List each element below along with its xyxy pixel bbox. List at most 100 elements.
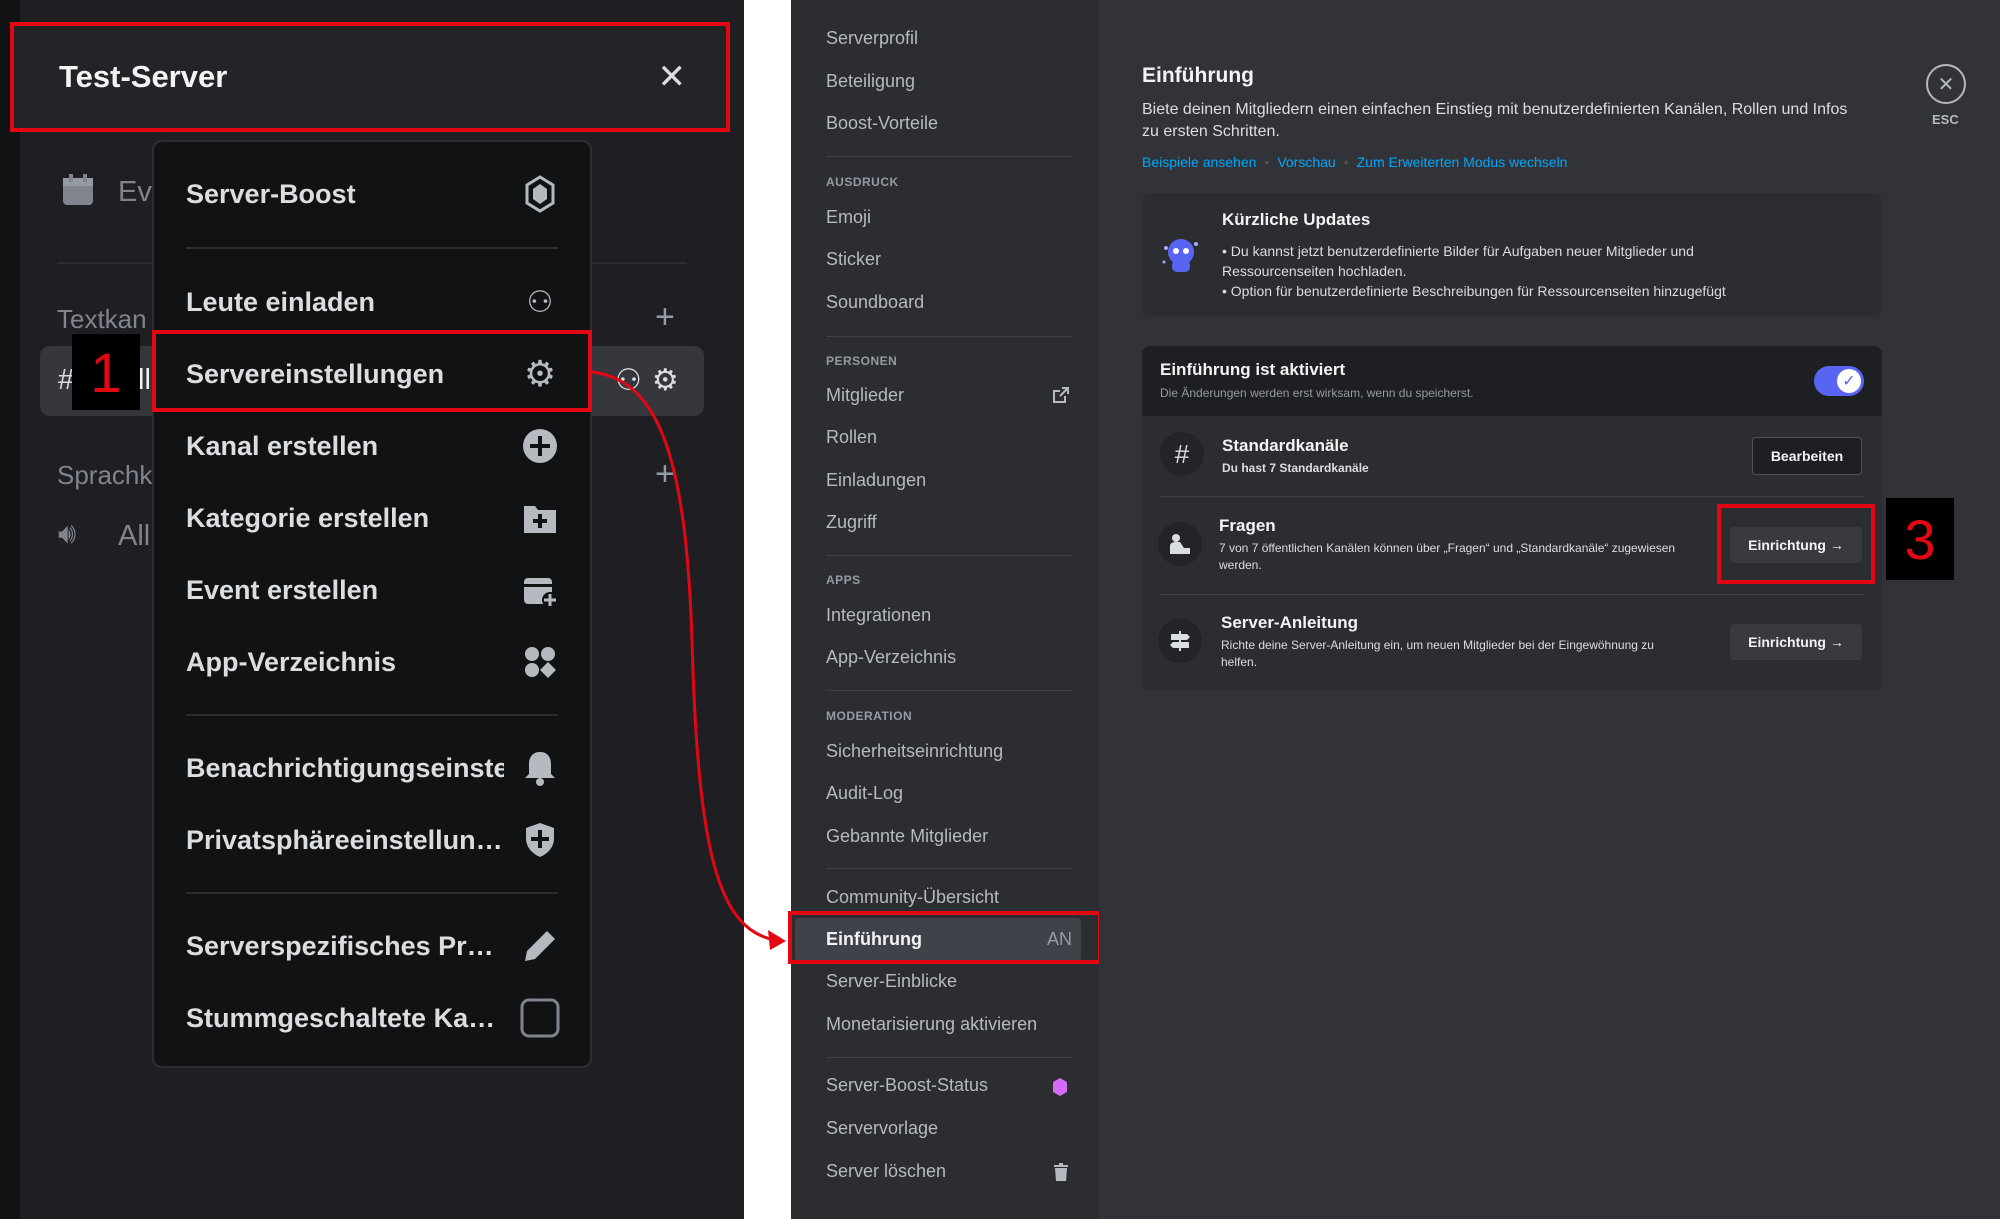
- plus-circle-icon: [520, 426, 560, 466]
- onboarding-toggle[interactable]: ✓: [1814, 366, 1864, 396]
- sidebar-item-app-verzeichnis[interactable]: App-Verzeichnis: [826, 647, 956, 668]
- section-ausdruck: AUSDRUCK: [826, 175, 899, 189]
- step-3-number: 3: [1904, 507, 1936, 571]
- updates-line-1: • Du kannst jetzt benutzerdefinierte Bil…: [1222, 243, 1694, 279]
- menu-create-channel[interactable]: Kanal erstellen: [154, 416, 590, 476]
- speaker-icon: 🔊︎: [58, 518, 77, 550]
- add-voice-channel-icon[interactable]: +: [655, 455, 675, 494]
- section-apps: APPS: [826, 573, 861, 587]
- highlight-einfuehrung: [788, 911, 1102, 964]
- menu-item-label: Kategorie erstellen: [186, 502, 430, 533]
- sidebar-divider: [826, 555, 1072, 556]
- edit-default-channels-button[interactable]: Bearbeiten: [1752, 437, 1862, 475]
- bell-icon: [520, 748, 560, 788]
- link-separator: •: [1264, 154, 1270, 170]
- step-1-badge: 1: [72, 334, 140, 410]
- sidebar-divider: [826, 868, 1072, 869]
- sidebar-item-sicherheitseinrichtung[interactable]: Sicherheitseinrichtung: [826, 741, 1003, 762]
- sidebar-divider: [826, 1057, 1072, 1058]
- onboarding-enabled-subtitle: Die Änderungen werden erst wirksam, wenn…: [1160, 386, 1474, 400]
- close-settings-button[interactable]: ✕: [1926, 64, 1966, 104]
- step-1-number: 1: [90, 340, 122, 404]
- sidebar-item-servervorlage[interactable]: Servervorlage: [826, 1118, 938, 1139]
- onboarding-enabled-title: Einführung ist aktiviert: [1160, 360, 1346, 379]
- calendar-plus-icon: [520, 570, 560, 610]
- events-label[interactable]: Ev: [118, 176, 152, 209]
- menu-server-profile[interactable]: Serverspezifisches Profi...: [154, 916, 590, 976]
- sidebar-item-zugriff[interactable]: Zugriff: [826, 512, 877, 533]
- menu-item-label: Serverspezifisches Profi...: [186, 930, 506, 961]
- section-personen: PERSONEN: [826, 354, 898, 368]
- menu-invite-people[interactable]: Leute einladen ⚇: [154, 272, 590, 332]
- boost-gem-icon: [520, 174, 560, 214]
- sidebar-item-emoji[interactable]: Emoji: [826, 207, 871, 228]
- sidebar-item-community-uebersicht[interactable]: Community-Übersicht: [826, 887, 999, 908]
- trash-icon: [1054, 1163, 1068, 1181]
- menu-item-label: Privatsphäreeinstellungen: [186, 824, 506, 855]
- menu-muted-channels[interactable]: Stummgeschaltete Kanä...: [154, 988, 590, 1048]
- menu-server-boost[interactable]: Server-Boost: [154, 164, 590, 224]
- sidebar-item-audit-log[interactable]: Audit-Log: [826, 783, 903, 804]
- signpost-icon: [1158, 619, 1202, 663]
- sidebar-divider: [826, 156, 1072, 157]
- setup-server-guide-button[interactable]: Einrichtung →: [1730, 624, 1862, 660]
- page-title: Einführung: [1142, 64, 1254, 87]
- link-preview[interactable]: Vorschau: [1277, 154, 1335, 170]
- section-moderation: MODERATION: [826, 709, 913, 723]
- option-title-standardkanaele: Standardkanäle: [1222, 436, 1349, 455]
- menu-create-category[interactable]: Kategorie erstellen: [154, 488, 590, 548]
- separator: [744, 0, 791, 1219]
- folder-plus-icon: [520, 498, 560, 538]
- menu-app-directory[interactable]: App-Verzeichnis: [154, 632, 590, 692]
- sidebar-item-boost-vorteile[interactable]: Boost-Vorteile: [826, 113, 938, 134]
- sidebar-item-gebannte-mitglieder[interactable]: Gebannte Mitglieder: [826, 826, 988, 847]
- close-icon: ✕: [1937, 73, 1955, 96]
- link-examples[interactable]: Beispiele ansehen: [1142, 154, 1256, 170]
- esc-label: ESC: [1932, 112, 1959, 127]
- sidebar-item-rollen[interactable]: Rollen: [826, 427, 877, 448]
- mascot-icon: [1162, 239, 1198, 272]
- sidebar-item-server-loeschen[interactable]: Server löschen: [826, 1161, 946, 1182]
- sidebar-item-soundboard[interactable]: Soundboard: [826, 292, 924, 313]
- sidebar-divider: [826, 336, 1072, 337]
- voice-channel-name[interactable]: All: [118, 520, 150, 553]
- sidebar-item-beteiligung[interactable]: Beteiligung: [826, 71, 915, 92]
- step-3-badge: 3: [1886, 498, 1954, 580]
- apps-icon: [520, 642, 560, 682]
- hash-icon: #: [1160, 432, 1204, 476]
- channel-row-actions: ⚇ ⚙: [615, 363, 679, 398]
- highlight-setup-questions: [1717, 504, 1875, 584]
- close-icon[interactable]: ✕: [658, 57, 687, 97]
- sidebar-item-monetarisierung[interactable]: Monetarisierung aktivieren: [826, 1014, 1037, 1035]
- menu-privacy-settings[interactable]: Privatsphäreeinstellungen: [154, 810, 590, 870]
- category-voice[interactable]: Sprachk: [57, 460, 152, 491]
- calendar-icon: [63, 174, 93, 205]
- pencil-icon: [520, 926, 560, 966]
- sidebar-item-integrationen[interactable]: Integrationen: [826, 605, 931, 626]
- category-text[interactable]: Textkan: [57, 304, 147, 335]
- link-advanced-mode[interactable]: Zum Erweiterten Modus wechseln: [1357, 154, 1568, 170]
- sidebar-item-mitglieder[interactable]: Mitglieder: [826, 385, 904, 406]
- sidebar-item-sticker[interactable]: Sticker: [826, 249, 881, 270]
- menu-item-label: Kanal erstellen: [186, 430, 379, 461]
- page-description: Biete deinen Mitgliedern einen einfachen…: [1142, 101, 1848, 140]
- sidebar-item-einladungen[interactable]: Einladungen: [826, 470, 926, 491]
- sidebar-item-server-einblicke[interactable]: Server-Einblicke: [826, 971, 957, 992]
- checkbox-icon[interactable]: [520, 998, 560, 1038]
- sidebar-item-serverprofil[interactable]: Serverprofil: [826, 28, 918, 49]
- menu-divider: [186, 892, 558, 894]
- server-header[interactable]: Test-Server ✕: [10, 22, 730, 132]
- menu-create-event[interactable]: Event erstellen: [154, 560, 590, 620]
- page-links: Beispiele ansehen • Vorschau • Zum Erwei…: [1142, 154, 1567, 170]
- option-subtitle-fragen: 7 von 7 öffentlichen Kanälen können über…: [1219, 541, 1676, 572]
- sidebar-item-server-boost-status[interactable]: Server-Boost-Status: [826, 1075, 988, 1096]
- server-dropdown-menu: Server-Boost Leute einladen ⚇ Servereins…: [152, 140, 592, 1068]
- gear-icon[interactable]: ⚙: [652, 363, 679, 398]
- menu-notification-settings[interactable]: Benachrichtigungseinstellungen: [154, 738, 590, 798]
- menu-item-label: Server-Boost: [186, 178, 356, 209]
- menu-item-label: Stummgeschaltete Kanä...: [186, 1002, 506, 1033]
- invite-icon[interactable]: ⚇: [615, 363, 642, 398]
- add-text-channel-icon[interactable]: +: [655, 298, 675, 337]
- option-title-fragen: Fragen: [1219, 516, 1276, 535]
- server-sidebar: Test-Server ✕ Ev Textkan + # ll ⚇ ⚙ Spra…: [0, 0, 744, 1219]
